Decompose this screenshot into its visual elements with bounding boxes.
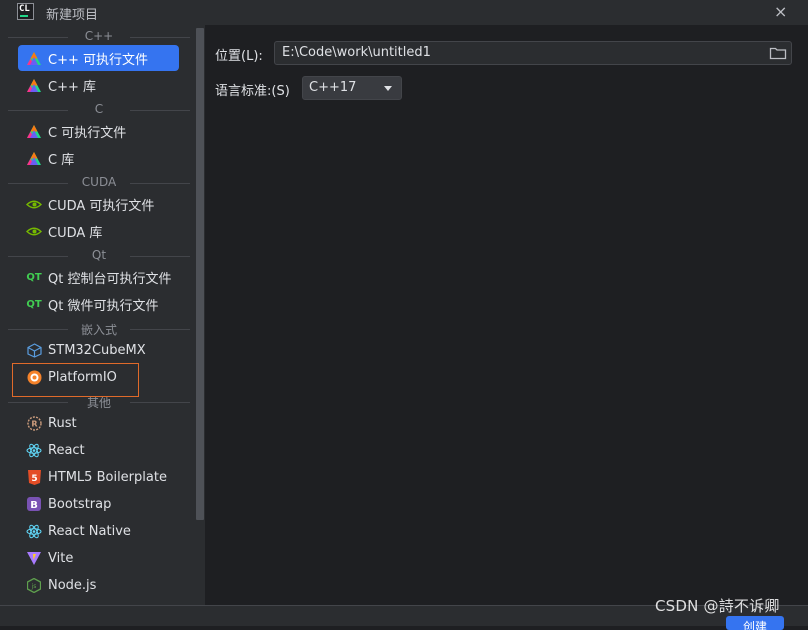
- project-type-label: Vite: [48, 550, 74, 566]
- nvidia-eye-icon: [26, 196, 42, 212]
- project-type-item[interactable]: C++ 库: [18, 72, 179, 98]
- project-type-item[interactable]: C++ 可执行文件: [18, 45, 179, 71]
- project-type-label: C++ 库: [48, 79, 96, 95]
- project-type-item[interactable]: 5 HTML5 Boilerplate: [18, 464, 179, 490]
- svg-text:B: B: [30, 500, 38, 511]
- project-type-item[interactable]: Vite: [18, 545, 179, 571]
- title-bar: CL 新建项目 ×: [0, 0, 808, 25]
- bootstrap-icon: B: [26, 496, 42, 512]
- html5-icon: 5: [26, 469, 42, 485]
- close-button[interactable]: ×: [774, 2, 787, 21]
- project-type-item[interactable]: QT Qt 微件可执行文件: [18, 291, 179, 317]
- project-type-item[interactable]: C 可执行文件: [18, 118, 179, 144]
- language-standard-label: 语言标准:(S): [215, 84, 290, 99]
- project-type-item[interactable]: React: [18, 437, 179, 463]
- location-label: 位置(L):: [215, 49, 263, 64]
- folder-icon[interactable]: [769, 45, 787, 61]
- project-type-label: PlatformIO: [48, 369, 117, 385]
- nodejs-icon: js: [26, 577, 42, 593]
- clion-app-icon: CL: [17, 3, 34, 20]
- project-type-item[interactable]: CUDA 可执行文件: [18, 191, 179, 217]
- project-type-label: C 库: [48, 152, 75, 168]
- chevron-down-icon: [384, 86, 392, 91]
- project-type-item[interactable]: js Node.js: [18, 572, 179, 598]
- group-header: C++: [8, 29, 190, 43]
- project-type-label: Node.js: [48, 577, 97, 593]
- group-header: C: [8, 102, 190, 116]
- project-type-label: C++ 可执行文件: [48, 52, 148, 68]
- create-button[interactable]: 创建: [726, 616, 784, 630]
- clion-triangle-icon: [26, 123, 42, 139]
- window-title: 新建项目: [46, 8, 99, 23]
- svg-text:5: 5: [31, 474, 37, 484]
- watermark-text: CSDN @詩不诉卿: [655, 597, 780, 615]
- project-type-label: HTML5 Boilerplate: [48, 469, 167, 485]
- project-type-item[interactable]: React Native: [18, 518, 179, 544]
- vite-icon: [26, 550, 42, 566]
- project-type-item[interactable]: QT Qt 控制台可执行文件: [18, 264, 179, 290]
- svg-text:js: js: [31, 583, 37, 590]
- react-icon: [26, 442, 42, 458]
- project-type-label: CUDA 可执行文件: [48, 198, 155, 214]
- project-type-label: STM32CubeMX: [48, 342, 146, 358]
- rust-icon: R: [26, 415, 42, 431]
- qt-icon: QT: [26, 271, 42, 283]
- settings-panel: [205, 25, 808, 605]
- clion-triangle-icon: [26, 77, 42, 93]
- group-header: Qt: [8, 248, 190, 262]
- project-type-label: CUDA 库: [48, 225, 103, 241]
- project-type-label: Qt 控制台可执行文件: [48, 271, 172, 287]
- project-type-item[interactable]: CUDA 库: [18, 218, 179, 244]
- project-type-label: React: [48, 442, 85, 458]
- clion-triangle-icon: [26, 50, 42, 66]
- svg-text:R: R: [31, 419, 37, 428]
- project-type-item[interactable]: C 库: [18, 145, 179, 171]
- qt-icon: QT: [26, 298, 42, 310]
- location-input[interactable]: E:\Code\work\untitled1: [274, 41, 792, 65]
- project-type-item[interactable]: STM32CubeMX: [18, 337, 179, 363]
- project-type-label: Bootstrap: [48, 496, 112, 512]
- sidebar-scrollbar[interactable]: [196, 28, 204, 520]
- clion-triangle-icon: [26, 150, 42, 166]
- platformio-icon: [26, 369, 42, 385]
- project-type-label: C 可执行文件: [48, 125, 127, 141]
- group-header: CUDA: [8, 175, 190, 189]
- cube-icon: [26, 342, 42, 358]
- project-type-label: Rust: [48, 415, 77, 431]
- project-type-item[interactable]: B Bootstrap: [18, 491, 179, 517]
- project-type-label: React Native: [48, 523, 131, 539]
- project-type-item[interactable]: PlatformIO: [18, 364, 179, 390]
- group-header: 其他: [8, 394, 190, 410]
- project-type-item[interactable]: R Rust: [18, 410, 179, 436]
- group-header: 嵌入式: [8, 321, 190, 337]
- project-type-label: Qt 微件可执行文件: [48, 298, 159, 314]
- react-icon: [26, 523, 42, 539]
- nvidia-eye-icon: [26, 223, 42, 239]
